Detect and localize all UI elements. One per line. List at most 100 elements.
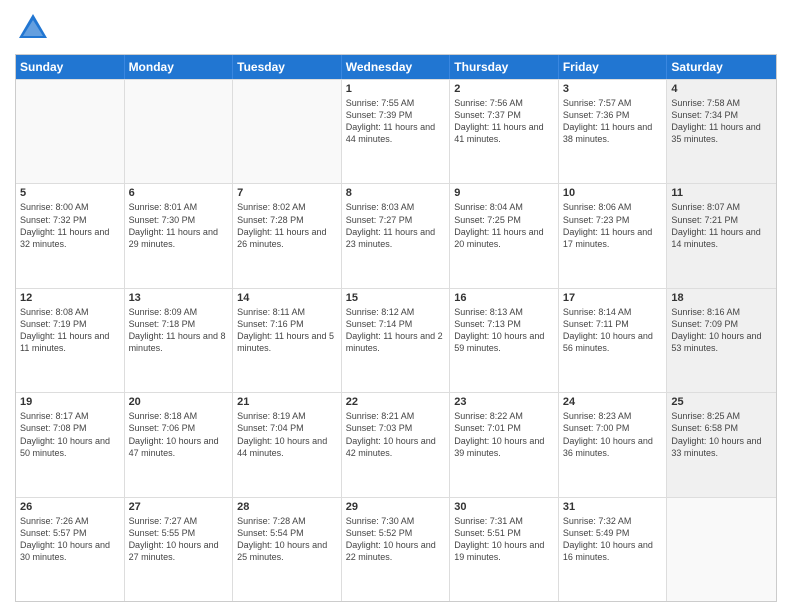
cal-cell-2-2: 14 Sunrise: 8:11 AM Sunset: 7:16 PM Dayli… [233, 289, 342, 392]
day-number: 1 [346, 83, 446, 95]
cal-cell-2-4: 16 Sunrise: 8:13 AM Sunset: 7:13 PM Dayli… [450, 289, 559, 392]
day-number: 26 [20, 501, 120, 513]
logo [15, 10, 55, 46]
day-info: Sunrise: 8:06 AM Sunset: 7:23 PM Dayligh… [563, 201, 663, 250]
day-number: 19 [20, 396, 120, 408]
day-number: 12 [20, 292, 120, 304]
day-number: 3 [563, 83, 663, 95]
day-info: Sunrise: 8:17 AM Sunset: 7:08 PM Dayligh… [20, 410, 120, 459]
day-info: Sunrise: 7:56 AM Sunset: 7:37 PM Dayligh… [454, 97, 554, 146]
header [15, 10, 777, 46]
day-info: Sunrise: 8:19 AM Sunset: 7:04 PM Dayligh… [237, 410, 337, 459]
day-number: 20 [129, 396, 229, 408]
day-number: 22 [346, 396, 446, 408]
week-row-3: 19 Sunrise: 8:17 AM Sunset: 7:08 PM Dayli… [16, 392, 776, 496]
day-info: Sunrise: 7:30 AM Sunset: 5:52 PM Dayligh… [346, 515, 446, 564]
day-info: Sunrise: 8:22 AM Sunset: 7:01 PM Dayligh… [454, 410, 554, 459]
day-info: Sunrise: 8:09 AM Sunset: 7:18 PM Dayligh… [129, 306, 229, 355]
day-number: 18 [671, 292, 772, 304]
day-number: 16 [454, 292, 554, 304]
cal-cell-0-2 [233, 80, 342, 183]
day-info: Sunrise: 7:32 AM Sunset: 5:49 PM Dayligh… [563, 515, 663, 564]
day-number: 31 [563, 501, 663, 513]
weekday-header-thursday: Thursday [450, 55, 559, 79]
day-info: Sunrise: 8:14 AM Sunset: 7:11 PM Dayligh… [563, 306, 663, 355]
day-info: Sunrise: 8:07 AM Sunset: 7:21 PM Dayligh… [671, 201, 772, 250]
day-number: 23 [454, 396, 554, 408]
day-info: Sunrise: 7:26 AM Sunset: 5:57 PM Dayligh… [20, 515, 120, 564]
day-info: Sunrise: 7:27 AM Sunset: 5:55 PM Dayligh… [129, 515, 229, 564]
day-info: Sunrise: 8:23 AM Sunset: 7:00 PM Dayligh… [563, 410, 663, 459]
cal-cell-0-5: 3 Sunrise: 7:57 AM Sunset: 7:36 PM Daylig… [559, 80, 668, 183]
week-row-4: 26 Sunrise: 7:26 AM Sunset: 5:57 PM Dayli… [16, 497, 776, 601]
day-number: 5 [20, 187, 120, 199]
cal-cell-3-1: 20 Sunrise: 8:18 AM Sunset: 7:06 PM Dayli… [125, 393, 234, 496]
cal-cell-4-1: 27 Sunrise: 7:27 AM Sunset: 5:55 PM Dayli… [125, 498, 234, 601]
cal-cell-4-4: 30 Sunrise: 7:31 AM Sunset: 5:51 PM Dayli… [450, 498, 559, 601]
cal-cell-1-6: 11 Sunrise: 8:07 AM Sunset: 7:21 PM Dayli… [667, 184, 776, 287]
day-number: 21 [237, 396, 337, 408]
cal-cell-4-5: 31 Sunrise: 7:32 AM Sunset: 5:49 PM Dayli… [559, 498, 668, 601]
day-info: Sunrise: 8:01 AM Sunset: 7:30 PM Dayligh… [129, 201, 229, 250]
day-info: Sunrise: 8:00 AM Sunset: 7:32 PM Dayligh… [20, 201, 120, 250]
cal-cell-4-0: 26 Sunrise: 7:26 AM Sunset: 5:57 PM Dayli… [16, 498, 125, 601]
day-info: Sunrise: 8:13 AM Sunset: 7:13 PM Dayligh… [454, 306, 554, 355]
day-number: 11 [671, 187, 772, 199]
calendar: SundayMondayTuesdayWednesdayThursdayFrid… [15, 54, 777, 602]
cal-cell-1-5: 10Sunrise: 8:06 AM Sunset: 7:23 PM Dayli… [559, 184, 668, 287]
day-info: Sunrise: 7:28 AM Sunset: 5:54 PM Dayligh… [237, 515, 337, 564]
cal-cell-2-0: 12 Sunrise: 8:08 AM Sunset: 7:19 PM Dayli… [16, 289, 125, 392]
cal-cell-4-6 [667, 498, 776, 601]
weekday-header-tuesday: Tuesday [233, 55, 342, 79]
day-info: Sunrise: 8:11 AM Sunset: 7:16 PM Dayligh… [237, 306, 337, 355]
day-number: 8 [346, 187, 446, 199]
cal-cell-0-0 [16, 80, 125, 183]
day-number: 4 [671, 83, 772, 95]
cal-cell-2-6: 18 Sunrise: 8:16 AM Sunset: 7:09 PM Dayli… [667, 289, 776, 392]
cal-cell-1-0: 5 Sunrise: 8:00 AM Sunset: 7:32 PM Daylig… [16, 184, 125, 287]
day-number: 6 [129, 187, 229, 199]
day-info: Sunrise: 8:16 AM Sunset: 7:09 PM Dayligh… [671, 306, 772, 355]
day-info: Sunrise: 8:08 AM Sunset: 7:19 PM Dayligh… [20, 306, 120, 355]
calendar-body: 1 Sunrise: 7:55 AM Sunset: 7:39 PM Daylig… [16, 79, 776, 601]
weekday-header-monday: Monday [125, 55, 234, 79]
day-info: Sunrise: 7:31 AM Sunset: 5:51 PM Dayligh… [454, 515, 554, 564]
cal-cell-1-3: 8 Sunrise: 8:03 AM Sunset: 7:27 PM Daylig… [342, 184, 451, 287]
day-info: Sunrise: 8:02 AM Sunset: 7:28 PM Dayligh… [237, 201, 337, 250]
day-number: 17 [563, 292, 663, 304]
cal-cell-2-3: 15Sunrise: 8:12 AM Sunset: 7:14 PM Dayli… [342, 289, 451, 392]
day-number: 14 [237, 292, 337, 304]
week-row-0: 1 Sunrise: 7:55 AM Sunset: 7:39 PM Daylig… [16, 79, 776, 183]
day-info: Sunrise: 8:25 AM Sunset: 6:58 PM Dayligh… [671, 410, 772, 459]
day-info: Sunrise: 8:03 AM Sunset: 7:27 PM Dayligh… [346, 201, 446, 250]
cal-cell-3-2: 21 Sunrise: 8:19 AM Sunset: 7:04 PM Dayli… [233, 393, 342, 496]
cal-cell-0-6: 4 Sunrise: 7:58 AM Sunset: 7:34 PM Daylig… [667, 80, 776, 183]
day-number: 2 [454, 83, 554, 95]
day-number: 28 [237, 501, 337, 513]
day-number: 27 [129, 501, 229, 513]
day-info: Sunrise: 7:57 AM Sunset: 7:36 PM Dayligh… [563, 97, 663, 146]
day-info: Sunrise: 8:12 AM Sunset: 7:14 PM Dayligh… [346, 306, 446, 355]
weekday-header-wednesday: Wednesday [342, 55, 451, 79]
cal-cell-3-4: 23 Sunrise: 8:22 AM Sunset: 7:01 PM Dayli… [450, 393, 559, 496]
cal-cell-3-0: 19 Sunrise: 8:17 AM Sunset: 7:08 PM Dayli… [16, 393, 125, 496]
cal-cell-0-4: 2 Sunrise: 7:56 AM Sunset: 7:37 PM Daylig… [450, 80, 559, 183]
day-number: 7 [237, 187, 337, 199]
cal-cell-1-4: 9Sunrise: 8:04 AM Sunset: 7:25 PM Daylig… [450, 184, 559, 287]
day-number: 13 [129, 292, 229, 304]
cal-cell-4-2: 28 Sunrise: 7:28 AM Sunset: 5:54 PM Dayli… [233, 498, 342, 601]
day-number: 24 [563, 396, 663, 408]
weekday-header-saturday: Saturday [667, 55, 776, 79]
day-info: Sunrise: 7:58 AM Sunset: 7:34 PM Dayligh… [671, 97, 772, 146]
day-info: Sunrise: 7:55 AM Sunset: 7:39 PM Dayligh… [346, 97, 446, 146]
day-number: 30 [454, 501, 554, 513]
cal-cell-0-3: 1 Sunrise: 7:55 AM Sunset: 7:39 PM Daylig… [342, 80, 451, 183]
cal-cell-0-1 [125, 80, 234, 183]
day-info: Sunrise: 8:18 AM Sunset: 7:06 PM Dayligh… [129, 410, 229, 459]
weekday-header-sunday: Sunday [16, 55, 125, 79]
day-number: 9 [454, 187, 554, 199]
cal-cell-3-5: 24 Sunrise: 8:23 AM Sunset: 7:00 PM Dayli… [559, 393, 668, 496]
week-row-1: 5 Sunrise: 8:00 AM Sunset: 7:32 PM Daylig… [16, 183, 776, 287]
cal-cell-1-2: 7 Sunrise: 8:02 AM Sunset: 7:28 PM Daylig… [233, 184, 342, 287]
cal-cell-3-6: 25Sunrise: 8:25 AM Sunset: 6:58 PM Dayli… [667, 393, 776, 496]
